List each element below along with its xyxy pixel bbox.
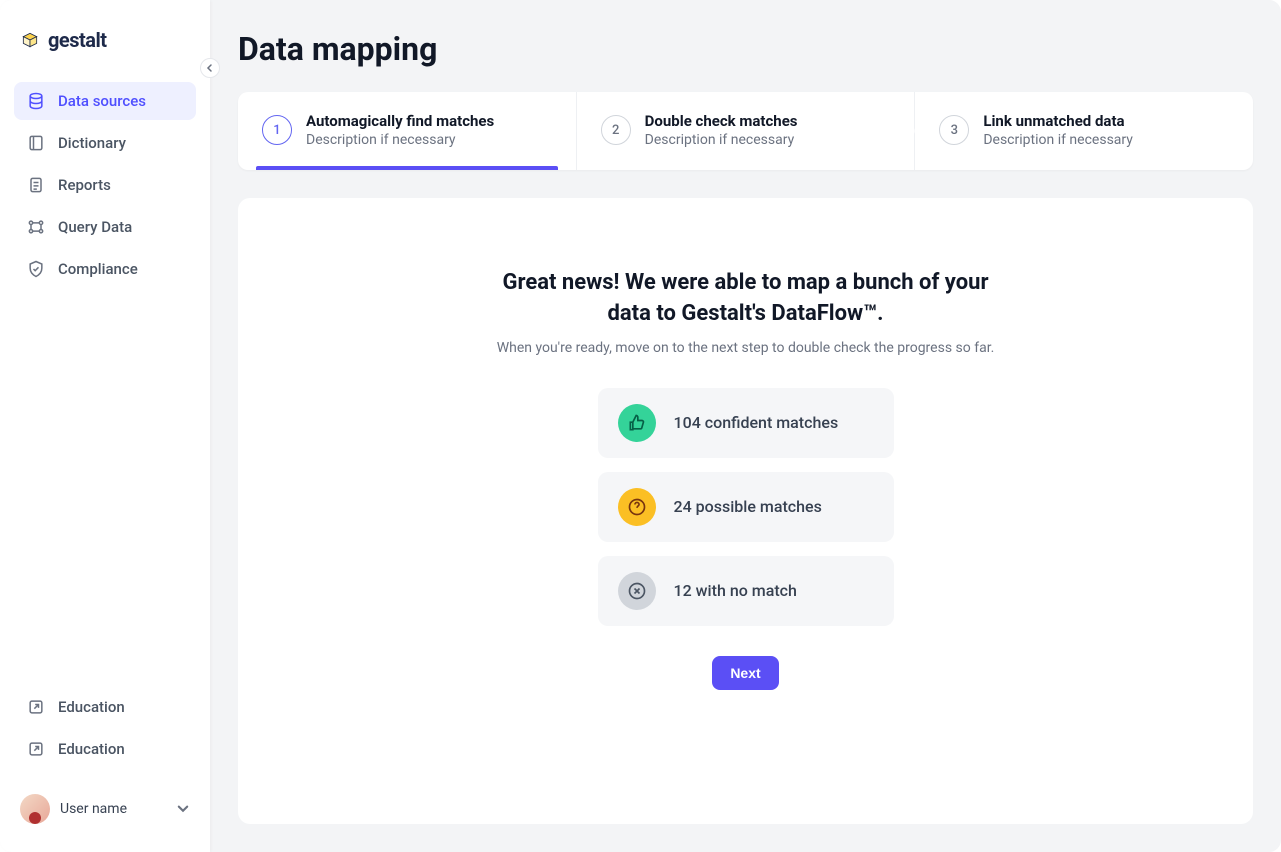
step-3[interactable]: 3 Link unmatched data Description if nec…	[915, 92, 1253, 170]
book-icon	[26, 133, 46, 153]
match-stats: 104 confident matches 24 possible matche…	[598, 388, 894, 626]
stat-text: 12 with no match	[674, 581, 797, 600]
stat-possible: 24 possible matches	[598, 472, 894, 542]
document-icon	[26, 175, 46, 195]
step-number: 3	[939, 115, 969, 145]
nodes-icon	[26, 217, 46, 237]
database-icon	[26, 91, 46, 111]
step-desc: Description if necessary	[645, 132, 798, 148]
stat-nomatch: 12 with no match	[598, 556, 894, 626]
step-title: Automagically find matches	[306, 112, 494, 130]
sidebar-item-education-2[interactable]: Education	[14, 730, 196, 768]
sidebar-item-label: Reports	[58, 176, 111, 194]
page-title: Data mapping	[238, 30, 1253, 68]
sidebar: gestalt Data sources Dictionary	[0, 0, 210, 852]
step-number: 2	[601, 115, 631, 145]
step-desc: Description if necessary	[983, 132, 1133, 148]
sidebar-item-label: Education	[58, 698, 125, 716]
x-circle-icon	[618, 572, 656, 610]
step-number: 1	[262, 115, 292, 145]
step-2[interactable]: 2 Double check matches Description if ne…	[577, 92, 916, 170]
sidebar-item-label: Dictionary	[58, 134, 126, 152]
stat-text: 24 possible matches	[674, 497, 822, 516]
step-title: Link unmatched data	[983, 112, 1133, 130]
headline: Great news! We were able to map a bunch …	[486, 268, 1006, 330]
question-icon	[618, 488, 656, 526]
user-menu[interactable]: User name	[14, 786, 196, 832]
sidebar-item-label: Query Data	[58, 218, 132, 236]
sidebar-item-label: Data sources	[58, 92, 146, 110]
stepper: 1 Automagically find matches Description…	[238, 92, 1253, 170]
shield-icon	[26, 259, 46, 279]
sidebar-item-label: Education	[58, 740, 125, 758]
external-link-icon	[26, 697, 46, 717]
thumbs-up-icon	[618, 404, 656, 442]
stat-text: 104 confident matches	[674, 413, 839, 432]
collapse-sidebar-button[interactable]	[200, 58, 220, 78]
stat-confident: 104 confident matches	[598, 388, 894, 458]
logo: gestalt	[14, 20, 196, 76]
logo-icon	[20, 30, 40, 50]
step-desc: Description if necessary	[306, 132, 494, 148]
sidebar-item-label: Compliance	[58, 260, 138, 278]
external-link-icon	[26, 739, 46, 759]
step-1[interactable]: 1 Automagically find matches Description…	[238, 92, 577, 170]
primary-nav: Data sources Dictionary Reports Query Da…	[14, 82, 196, 288]
subline: When you're ready, move on to the next s…	[497, 340, 995, 356]
brand-name: gestalt	[48, 28, 107, 52]
sidebar-footer-links: Education Education	[14, 688, 196, 768]
chevron-down-icon	[176, 800, 190, 819]
main-content: Data mapping 1 Automagically find matche…	[210, 0, 1281, 852]
sidebar-item-reports[interactable]: Reports	[14, 166, 196, 204]
step-title: Double check matches	[645, 112, 798, 130]
next-button[interactable]: Next	[712, 656, 778, 690]
user-name: User name	[60, 801, 166, 817]
sidebar-item-compliance[interactable]: Compliance	[14, 250, 196, 288]
avatar	[20, 794, 50, 824]
sidebar-item-dictionary[interactable]: Dictionary	[14, 124, 196, 162]
sidebar-item-data-sources[interactable]: Data sources	[14, 82, 196, 120]
result-card: Great news! We were able to map a bunch …	[238, 198, 1253, 824]
sidebar-item-query-data[interactable]: Query Data	[14, 208, 196, 246]
sidebar-item-education-1[interactable]: Education	[14, 688, 196, 726]
